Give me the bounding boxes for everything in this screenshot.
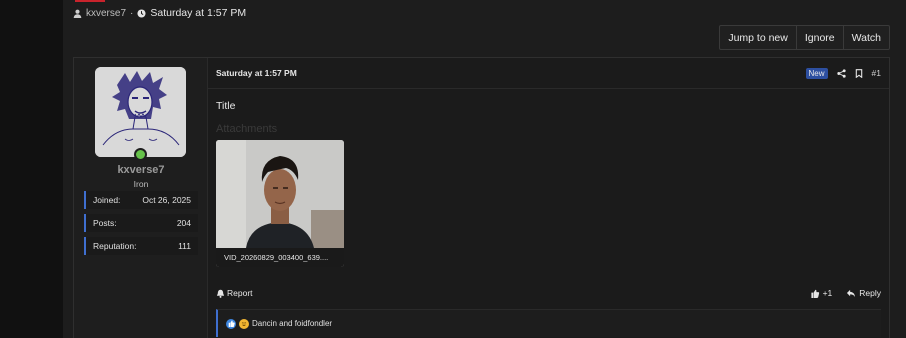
stat-posts: Posts: 204 bbox=[84, 214, 198, 232]
post-header-tools: New #1 bbox=[805, 67, 881, 79]
report-label: Report bbox=[227, 288, 253, 298]
post-date[interactable]: Saturday at 1:57 PM bbox=[216, 68, 297, 78]
reactions-users[interactable]: Dancin and foidfondler bbox=[252, 319, 332, 328]
watch-button[interactable]: Watch bbox=[842, 26, 889, 49]
attachments-heading: Attachments bbox=[216, 123, 278, 135]
bell-icon bbox=[216, 289, 225, 298]
post: kxverse7 Iron Joined: Oct 26, 2025 Posts… bbox=[73, 57, 890, 338]
reply-label: Reply bbox=[859, 288, 881, 298]
meta-separator: · bbox=[130, 7, 134, 19]
thread-author-link[interactable]: kxverse7 bbox=[86, 8, 126, 19]
post-user-cell: kxverse7 Iron Joined: Oct 26, 2025 Posts… bbox=[74, 58, 208, 338]
reply-icon bbox=[847, 289, 856, 297]
bookmark-icon[interactable] bbox=[855, 68, 863, 78]
username-link[interactable]: kxverse7 bbox=[74, 164, 208, 176]
stat-value: Oct 26, 2025 bbox=[142, 195, 191, 205]
like-button[interactable]: +1 bbox=[810, 288, 833, 298]
post-header: Saturday at 1:57 PM New #1 bbox=[208, 58, 889, 89]
stat-reputation: Reputation: 111 bbox=[84, 237, 198, 255]
attachment-filename: VID_20260829_003400_639.... bbox=[216, 248, 344, 267]
accent-bar bbox=[75, 0, 105, 2]
share-icon[interactable] bbox=[836, 68, 846, 78]
attachment-thumbnail[interactable]: VID_20260829_003400_639.... bbox=[216, 140, 344, 267]
reactions-bar[interactable]: Dancin and foidfondler bbox=[216, 309, 881, 337]
stat-joined: Joined: Oct 26, 2025 bbox=[84, 191, 198, 209]
thumbs-up-icon bbox=[810, 289, 819, 298]
post-number-link[interactable]: #1 bbox=[872, 68, 881, 78]
laugh-reaction-icon bbox=[239, 318, 249, 329]
online-status-indicator bbox=[134, 148, 147, 161]
user-rank: Iron bbox=[133, 179, 149, 189]
new-badge: New bbox=[805, 67, 828, 79]
like-reaction-icon bbox=[226, 318, 236, 329]
thread-date[interactable]: Saturday at 1:57 PM bbox=[150, 7, 246, 19]
clock-icon bbox=[137, 8, 146, 18]
stat-value: 204 bbox=[176, 218, 191, 228]
thread-meta: kxverse7 · Saturday at 1:57 PM bbox=[73, 6, 246, 20]
stat-label: Reputation: bbox=[93, 241, 137, 251]
jump-to-new-button[interactable]: Jump to new bbox=[720, 26, 796, 49]
attachment-preview-image bbox=[216, 140, 344, 248]
post-actions: Report +1 Reply bbox=[216, 286, 881, 300]
stat-label: Joined: bbox=[93, 195, 121, 205]
post-body-text: Title bbox=[216, 100, 236, 112]
thread-actions: Jump to new Ignore Watch bbox=[719, 25, 890, 50]
post-content: Saturday at 1:57 PM New #1 Title Attachm… bbox=[208, 58, 889, 338]
left-gutter bbox=[0, 0, 63, 338]
reply-button[interactable]: Reply bbox=[846, 288, 881, 298]
stat-label: Posts: bbox=[93, 218, 117, 228]
post-actions-right: +1 Reply bbox=[810, 288, 881, 298]
user-icon bbox=[73, 9, 82, 18]
stat-value: 111 bbox=[178, 241, 191, 251]
thread-view: kxverse7 · Saturday at 1:57 PM Jump to n… bbox=[63, 0, 906, 338]
avatar-sketch-icon bbox=[95, 67, 186, 157]
like-label: +1 bbox=[822, 288, 833, 298]
ignore-button[interactable]: Ignore bbox=[795, 26, 843, 49]
avatar[interactable] bbox=[95, 67, 186, 157]
report-link[interactable]: Report bbox=[216, 288, 253, 298]
